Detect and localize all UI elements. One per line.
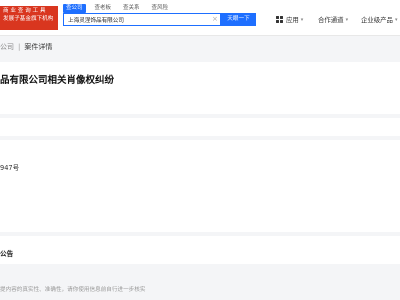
breadcrumb-current: 案件详情: [24, 43, 53, 51]
nav-enterprise-label: 企业级产品: [361, 16, 393, 24]
notice-label: 公告: [0, 250, 14, 258]
chevron-down-icon: ▾: [345, 16, 349, 23]
breadcrumb-parent[interactable]: 公司: [0, 42, 14, 52]
nav-enterprise[interactable]: 企业级产品 ▾: [361, 13, 397, 26]
title-card: [0, 62, 400, 114]
nav-partner-label: 合作通道: [318, 16, 344, 24]
section-strip: [0, 118, 400, 136]
breadcrumb-separator: |: [18, 43, 21, 51]
case-info-card: [0, 140, 400, 232]
nav-app[interactable]: 应用 ▾: [276, 13, 303, 26]
top-bar: 商 业 查 询 工 具 发展子基金旗下机构 查公司 查老板 查关系 查风险 × …: [0, 0, 400, 36]
promo-line-1: 商 业 查 询 工 具: [3, 8, 46, 14]
nav-partner[interactable]: 合作通道 ▾: [318, 13, 348, 26]
tab-search-relation[interactable]: 查关系: [120, 4, 143, 13]
case-number: 947号: [0, 164, 20, 172]
breadcrumb: 公司 | 案件详情: [0, 42, 52, 52]
promo-banner[interactable]: 商 业 查 询 工 具 发展子基金旗下机构: [0, 6, 58, 30]
apps-grid-icon: [276, 16, 283, 23]
chevron-down-icon: ▾: [300, 16, 304, 23]
tab-search-company[interactable]: 查公司: [63, 4, 86, 13]
search-tabs: 查公司 查老板 查关系 查风险: [63, 4, 177, 13]
search-box: ×: [63, 13, 221, 26]
chevron-down-icon: ▾: [394, 16, 398, 23]
page-title: 品有限公司相关肖像权纠纷: [0, 75, 115, 86]
search-input[interactable]: [64, 14, 210, 25]
disclaimer-text: 提内容的真实性、准确性，请你使用信息前自行进一步核实: [0, 287, 146, 293]
promo-line-2: 发展子基金旗下机构: [3, 15, 54, 22]
tab-search-risk[interactable]: 查风险: [149, 4, 172, 13]
notice-card: [0, 236, 400, 264]
search-button[interactable]: 天眼一下: [221, 13, 256, 26]
tab-search-boss[interactable]: 查老板: [92, 4, 115, 13]
nav-app-label: 应用: [286, 16, 299, 24]
clear-icon[interactable]: ×: [212, 14, 218, 25]
